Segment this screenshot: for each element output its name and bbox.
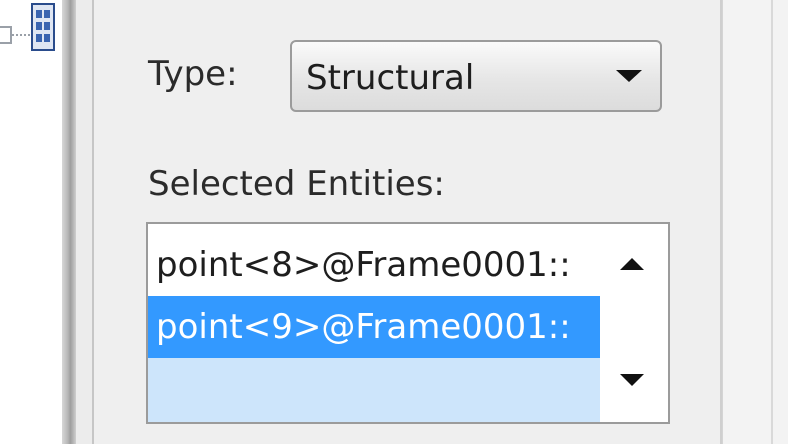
scroll-down-button[interactable] <box>602 350 668 410</box>
divider <box>771 0 773 444</box>
list-scrollbar[interactable] <box>602 224 668 422</box>
frame-node-icon[interactable] <box>28 2 58 52</box>
tree-expander-icon[interactable] <box>0 26 12 44</box>
scroll-down-icon <box>620 374 644 386</box>
scroll-up-icon <box>620 258 644 270</box>
chevron-down-icon[interactable] <box>616 70 642 82</box>
type-label: Type: <box>148 54 238 94</box>
list-item-selected[interactable]: point<9>@Frame0001:: <box>148 296 600 358</box>
list-item[interactable]: point<8>@Frame0001:: <box>148 234 600 296</box>
panel-splitter[interactable] <box>62 0 76 444</box>
panel-border <box>76 0 94 444</box>
selected-entities-label: Selected Entities: <box>148 164 445 204</box>
list-empty-area <box>148 358 600 422</box>
right-panel-edge <box>722 0 788 444</box>
type-dropdown-value: Structural <box>306 58 475 98</box>
scroll-up-button[interactable] <box>602 234 668 294</box>
type-dropdown[interactable]: Structural <box>290 40 662 112</box>
tree-panel <box>0 0 62 444</box>
selected-entities-list[interactable]: point<8>@Frame0001:: point<9>@Frame0001:… <box>146 222 670 424</box>
